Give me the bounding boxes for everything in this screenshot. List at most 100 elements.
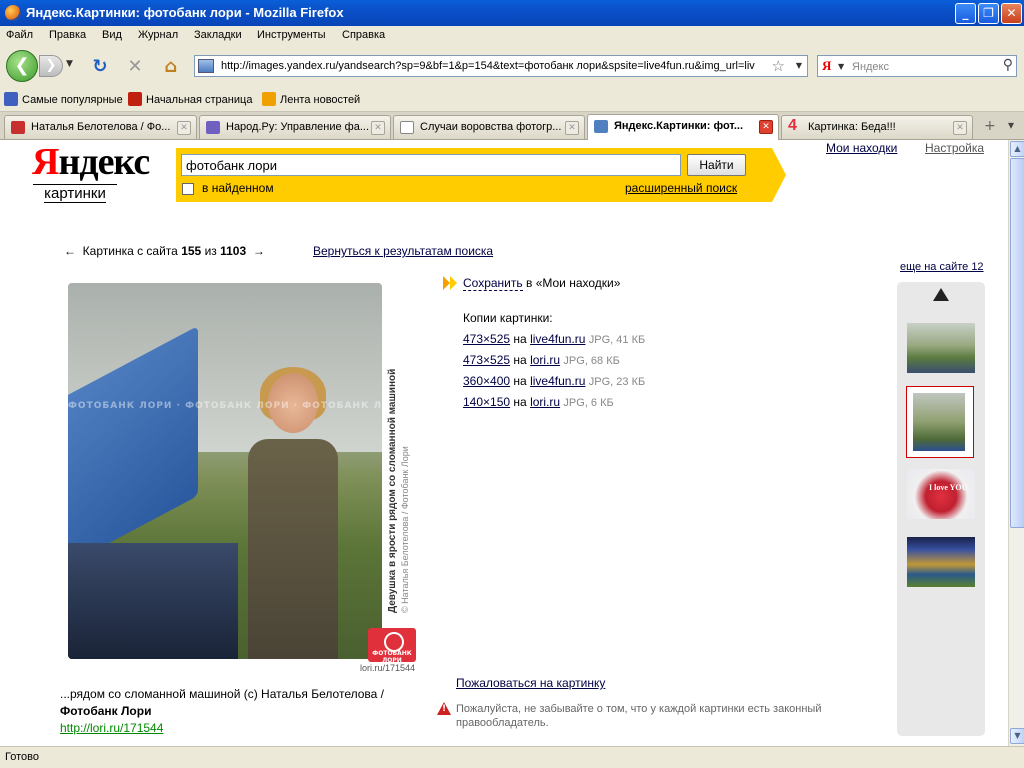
- scroll-down-button[interactable]: ▼: [1010, 728, 1024, 744]
- tab-close-icon[interactable]: ✕: [759, 120, 773, 134]
- home-icon[interactable]: ⌂: [160, 56, 182, 78]
- site-favicon-icon: [198, 59, 214, 73]
- tab-close-icon[interactable]: ✕: [177, 121, 191, 135]
- engine-dropdown-icon[interactable]: ▼: [838, 62, 844, 71]
- more-on-site-link[interactable]: еще на сайте 12: [900, 261, 984, 273]
- yandex-engine-icon[interactable]: Я: [822, 58, 831, 74]
- settings-link[interactable]: Настройка: [925, 141, 984, 155]
- address-bar[interactable]: http://images.yandex.ru/yandsearch?sp=9&…: [194, 55, 808, 77]
- tab-favicon-icon: [594, 120, 608, 133]
- yandex-logo[interactable]: Яндекс: [32, 140, 150, 184]
- copy-size-link[interactable]: 140×150: [463, 395, 510, 409]
- scrollbar-thumb[interactable]: [1010, 158, 1024, 528]
- navigation-toolbar: ❮ ❯ ▼ ↻ ✕ ⌂ http://images.yandex.ru/yand…: [0, 45, 1024, 86]
- thumbnail-current[interactable]: [906, 386, 974, 458]
- images-service-link[interactable]: картинки: [33, 184, 117, 203]
- copy-site-link[interactable]: live4fun.ru: [530, 332, 585, 346]
- tab-close-icon[interactable]: ✕: [953, 121, 967, 135]
- close-window-button[interactable]: ✕: [1001, 3, 1022, 24]
- advanced-search-link[interactable]: расширенный поиск: [625, 181, 737, 195]
- vertical-scrollbar[interactable]: ▲ ▼: [1008, 140, 1024, 746]
- address-url[interactable]: http://images.yandex.ru/yandsearch?sp=9&…: [221, 60, 761, 72]
- thumbnail-car-woman-1[interactable]: [906, 322, 976, 374]
- menu-help[interactable]: Справка: [342, 29, 385, 41]
- tab-narod[interactable]: Народ.Ру: Управление фа... ✕: [199, 115, 391, 139]
- bookmark-home-page[interactable]: Начальная страница: [128, 92, 252, 106]
- start-page-icon: [128, 92, 142, 106]
- window-title: Яндекс.Картинки: фотобанк лори - Mozilla…: [26, 5, 344, 20]
- new-tab-icon[interactable]: +: [984, 118, 996, 134]
- menu-bookmarks[interactable]: Закладки: [194, 29, 242, 41]
- back-to-results-link[interactable]: Вернуться к результатам поиска: [313, 244, 493, 258]
- reload-icon[interactable]: ↻: [89, 56, 111, 78]
- tab-beda[interactable]: 4 Картинка: Беда!!! ✕: [781, 115, 973, 139]
- copy-size-link[interactable]: 360×400: [463, 374, 510, 388]
- photo-source-url: lori.ru/171544: [360, 663, 416, 673]
- rss-feed-icon: [262, 92, 276, 106]
- search-input[interactable]: [181, 154, 681, 176]
- tab-favicon-icon: [206, 121, 220, 134]
- in-found-checkbox[interactable]: [182, 183, 194, 195]
- tab-close-icon[interactable]: ✕: [565, 121, 579, 135]
- image-caption: ...рядом со сломанной машиной (c) Наталь…: [60, 687, 384, 735]
- copy-size-link[interactable]: 473×525: [463, 353, 510, 367]
- tab-favicon-icon: [11, 121, 25, 134]
- scroll-up-arrow-icon[interactable]: [933, 288, 949, 301]
- main-image[interactable]: ФОТОБАНК ЛОРИ · ФОТОБАНК ЛОРИ · ФОТОБАНК…: [68, 283, 382, 659]
- copy-site-link[interactable]: lori.ru: [530, 395, 560, 409]
- thumbnail-heart[interactable]: I love YOU: [906, 468, 976, 520]
- url-dropdown-icon[interactable]: ▼: [796, 61, 802, 70]
- save-arrow-icon: [443, 276, 459, 290]
- tab-page-icon: [400, 121, 414, 134]
- status-bar: Готово: [0, 746, 1024, 768]
- tab-yandex-images[interactable]: Яндекс.Картинки: фот... ✕: [587, 114, 779, 140]
- search-engine-placeholder[interactable]: Яндекс: [852, 61, 889, 73]
- bookmark-most-visited[interactable]: Самые популярные: [4, 92, 123, 106]
- next-image-arrow[interactable]: →: [253, 244, 265, 258]
- tab-list-icon[interactable]: ▾: [1008, 118, 1014, 132]
- save-link[interactable]: Сохранить: [463, 276, 523, 291]
- page-content: Яндекс картинки Найти в найденном расшир…: [0, 140, 1008, 746]
- bookmark-star-icon[interactable]: ☆: [772, 57, 785, 75]
- forward-button[interactable]: ❯: [39, 55, 63, 77]
- search-button[interactable]: Найти: [687, 154, 746, 176]
- complain-link[interactable]: Пожаловаться на картинку: [456, 676, 605, 690]
- thumbnail-house[interactable]: [906, 536, 976, 588]
- copy-site-link[interactable]: live4fun.ru: [530, 374, 585, 388]
- minimize-button[interactable]: _: [955, 3, 976, 24]
- copy-size-link[interactable]: 473×525: [463, 332, 510, 346]
- prev-image-arrow[interactable]: ←: [64, 244, 76, 258]
- image-pager: ← Картинка с сайта 155 из 1103 →: [64, 244, 265, 258]
- tab-belotelova[interactable]: Наталья Белотелова / Фо... ✕: [4, 115, 197, 139]
- woman-figure: [228, 367, 348, 659]
- copy-row: 473×525 на live4fun.ru JPG, 41 КБ: [463, 332, 646, 346]
- copy-row: 473×525 на lori.ru JPG, 68 КБ: [463, 353, 620, 367]
- search-engine-box[interactable]: Я ▼ Яндекс ⚲: [817, 55, 1017, 77]
- bookmark-news-feed[interactable]: Лента новостей: [262, 92, 360, 106]
- history-dropdown-icon[interactable]: ▼: [66, 59, 73, 69]
- menu-tools[interactable]: Инструменты: [257, 29, 326, 41]
- status-text: Готово: [5, 751, 39, 763]
- bookmarks-toolbar: Самые популярные Начальная страница Лент…: [0, 86, 1024, 112]
- save-to-finds: Сохранить в «Мои находки»: [463, 276, 621, 291]
- scroll-up-button[interactable]: ▲: [1010, 141, 1024, 157]
- menu-view[interactable]: Вид: [102, 29, 122, 41]
- caption-source-link[interactable]: http://lori.ru/171544: [60, 721, 163, 735]
- warning-icon: [437, 702, 451, 715]
- photo-watermark: ФОТОБАНК ЛОРИ · ФОТОБАНК ЛОРИ · ФОТОБАНК…: [68, 401, 382, 411]
- copy-site-link[interactable]: lori.ru: [530, 353, 560, 367]
- menu-bar: Файл Правка Вид Журнал Закладки Инструме…: [0, 26, 1024, 45]
- tab-close-icon[interactable]: ✕: [371, 121, 385, 135]
- menu-history[interactable]: Журнал: [138, 29, 178, 41]
- menu-file[interactable]: Файл: [6, 29, 33, 41]
- search-magnifier-icon[interactable]: ⚲: [1003, 57, 1013, 73]
- thumbnail-heart-text: I love YOU: [929, 483, 968, 492]
- search-panel: Найти в найденном расширенный поиск: [176, 148, 772, 202]
- back-button[interactable]: ❮: [6, 50, 38, 82]
- my-finds-link[interactable]: Мои находки: [826, 141, 897, 155]
- maximize-button[interactable]: ❐: [978, 3, 999, 24]
- stop-icon[interactable]: ✕: [124, 56, 146, 78]
- search-panel-arrow: [772, 148, 786, 202]
- tab-photo-theft[interactable]: Случаи воровства фотогр... ✕: [393, 115, 585, 139]
- menu-edit[interactable]: Правка: [49, 29, 86, 41]
